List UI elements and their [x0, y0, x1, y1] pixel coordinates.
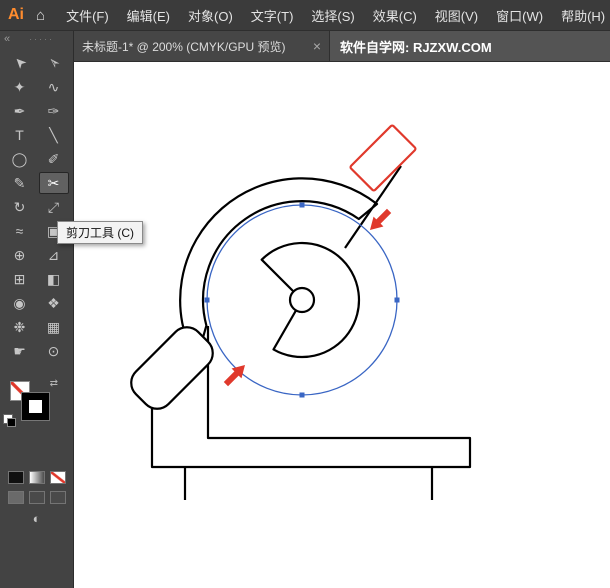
tool-magic-wand[interactable]: ✦	[5, 76, 35, 98]
magic-wand-tool-icon: ✦	[13, 79, 26, 95]
menu-view[interactable]: 视图(V)	[426, 6, 487, 25]
screen-mode-button[interactable]: ◐	[33, 512, 41, 525]
hand-tool-icon: ☛	[13, 343, 26, 359]
anchor-point-bottom[interactable]	[299, 392, 305, 398]
selection-tool-icon: ➤	[9, 53, 30, 73]
tool-blend[interactable]: ❖	[39, 292, 69, 314]
panel-grip-icon[interactable]: ·····	[10, 34, 73, 44]
tool-scissors[interactable]: ✂	[38, 172, 69, 194]
home-icon[interactable]: ⌂	[34, 7, 57, 24]
tool-mesh[interactable]: ⊞	[5, 268, 35, 290]
tool-scale[interactable]: ⤢	[39, 196, 69, 218]
draw-inside-button[interactable]	[49, 491, 66, 504]
hub-hole-circle[interactable]	[288, 286, 316, 314]
anchor-point-top[interactable]	[299, 202, 305, 208]
scale-tool-icon: ⤢	[47, 199, 60, 215]
menu-effect[interactable]: 效果(C)	[364, 6, 426, 25]
tool-pencil[interactable]: ✎	[5, 172, 35, 194]
workpiece-rect[interactable]	[349, 124, 417, 192]
tools-panel: « ····· ➤ ➢ ✦ ∿ ✒ ✑ T ╲ ◯ ✐ ✎ ✂ ↻ ⤢ ≈ ▣ …	[0, 31, 74, 588]
default-fill-stroke-icon[interactable]	[3, 414, 16, 427]
color-button[interactable]	[7, 471, 24, 484]
stroke-swatch-black[interactable]	[22, 393, 49, 420]
collapse-panel-icon[interactable]: «	[0, 33, 10, 45]
shape-builder-tool-icon: ⊕	[13, 247, 26, 263]
mesh-tool-icon: ⊞	[13, 271, 26, 287]
tool-column-graph[interactable]: ▦	[39, 316, 69, 338]
type-tool-icon: T	[15, 127, 24, 143]
scissors-tooltip-text: 剪刀工具 (C)	[66, 226, 134, 240]
ellipse-tool-icon: ◯	[11, 151, 28, 167]
draw-normal-button[interactable]	[7, 491, 24, 504]
tool-shape-builder[interactable]: ⊕	[5, 244, 35, 266]
column-graph-tool-icon: ▦	[46, 319, 61, 335]
anchor-point-right[interactable]	[394, 297, 400, 303]
line-segment-tool-icon: ╲	[49, 127, 58, 143]
tool-direct-selection[interactable]: ➢	[39, 52, 69, 74]
gradient-button[interactable]	[28, 471, 45, 484]
document-tab-bar: 未标题-1* @ 200% (CMYK/GPU 预览) × 软件自学网: RJZ…	[74, 31, 610, 62]
symbol-sprayer-tool-icon: ❉	[13, 319, 26, 335]
menu-select[interactable]: 选择(S)	[302, 6, 363, 25]
saw-handle-path[interactable]	[125, 321, 220, 416]
zoom-tool-icon: ⊙	[47, 343, 60, 359]
tool-pen[interactable]: ✒	[5, 100, 35, 122]
lasso-tool-icon: ∿	[47, 79, 60, 95]
width-tool-icon: ≈	[15, 223, 24, 239]
draw-mode-row	[7, 491, 66, 504]
direct-selection-tool-icon: ➢	[43, 53, 64, 73]
tool-rotate[interactable]: ↻	[5, 196, 35, 218]
swap-fill-stroke-icon[interactable]: ⇄	[50, 378, 58, 389]
draw-behind-button[interactable]	[28, 491, 45, 504]
tools-panel-header: « ·····	[0, 31, 73, 47]
fill-stroke-widget: ⇄	[3, 378, 58, 427]
tool-paintbrush[interactable]: ✐	[39, 148, 69, 170]
app-logo: Ai	[8, 6, 24, 23]
annotation-arrow-lower[interactable]	[221, 360, 250, 389]
perspective-grid-tool-icon: ⊿	[47, 247, 60, 263]
tool-grid: ➤ ➢ ✦ ∿ ✒ ✑ T ╲ ◯ ✐ ✎ ✂ ↻ ⤢ ≈ ▣ ⊕ ⊿ ⊞ ◧ …	[3, 51, 71, 363]
none-button[interactable]	[49, 471, 66, 484]
pen-tool-icon: ✒	[13, 103, 26, 119]
menu-object[interactable]: 对象(O)	[179, 6, 242, 25]
color-type-row	[7, 471, 66, 484]
scissors-tool-icon: ✂	[47, 175, 60, 191]
tool-lasso[interactable]: ∿	[39, 76, 69, 98]
tool-width[interactable]: ≈	[5, 220, 35, 242]
gradient-tool-icon: ◧	[46, 271, 61, 287]
anchor-point-left[interactable]	[204, 297, 210, 303]
tool-type[interactable]: T	[5, 124, 35, 146]
tool-ellipse[interactable]: ◯	[5, 148, 35, 170]
tool-gradient[interactable]: ◧	[39, 268, 69, 290]
menu-help[interactable]: 帮助(H)	[552, 6, 610, 25]
scissors-tooltip: 剪刀工具 (C)	[57, 221, 143, 244]
pencil-tool-icon: ✎	[13, 175, 26, 191]
tool-line-segment[interactable]: ╲	[39, 124, 69, 146]
menubar: Ai ⌂ 文件(F) 编辑(E) 对象(O) 文字(T) 选择(S) 效果(C)…	[0, 0, 610, 31]
menu-window[interactable]: 窗口(W)	[487, 6, 552, 25]
blend-tool-icon: ❖	[47, 295, 60, 311]
rotate-tool-icon: ↻	[13, 199, 26, 215]
tool-perspective-grid[interactable]: ⊿	[39, 244, 69, 266]
watermark-text: 软件自学网: RJZXW.COM	[340, 39, 492, 55]
tool-hand[interactable]: ☛	[5, 340, 35, 362]
tool-selection[interactable]: ➤	[5, 52, 35, 74]
canvas[interactable]	[74, 62, 610, 588]
curvature-tool-icon: ✑	[47, 103, 60, 119]
document-tab[interactable]: 未标题-1* @ 200% (CMYK/GPU 预览) ×	[74, 31, 330, 61]
document-tab-title: 未标题-1* @ 200% (CMYK/GPU 预览)	[82, 39, 286, 54]
artwork-svg[interactable]	[74, 62, 610, 588]
tool-curvature[interactable]: ✑	[39, 100, 69, 122]
tool-symbol-sprayer[interactable]: ❉	[5, 316, 35, 338]
menu-edit[interactable]: 编辑(E)	[118, 6, 179, 25]
eyedropper-tool-icon: ◉	[13, 295, 26, 311]
screen-mode-row: ◐	[33, 512, 41, 525]
tool-eyedropper[interactable]: ◉	[5, 292, 35, 314]
tool-zoom[interactable]: ⊙	[39, 340, 69, 362]
tab-close-icon[interactable]: ×	[313, 38, 321, 54]
paintbrush-tool-icon: ✐	[47, 151, 60, 167]
menu-file[interactable]: 文件(F)	[57, 6, 118, 25]
menu-type[interactable]: 文字(T)	[242, 6, 303, 25]
